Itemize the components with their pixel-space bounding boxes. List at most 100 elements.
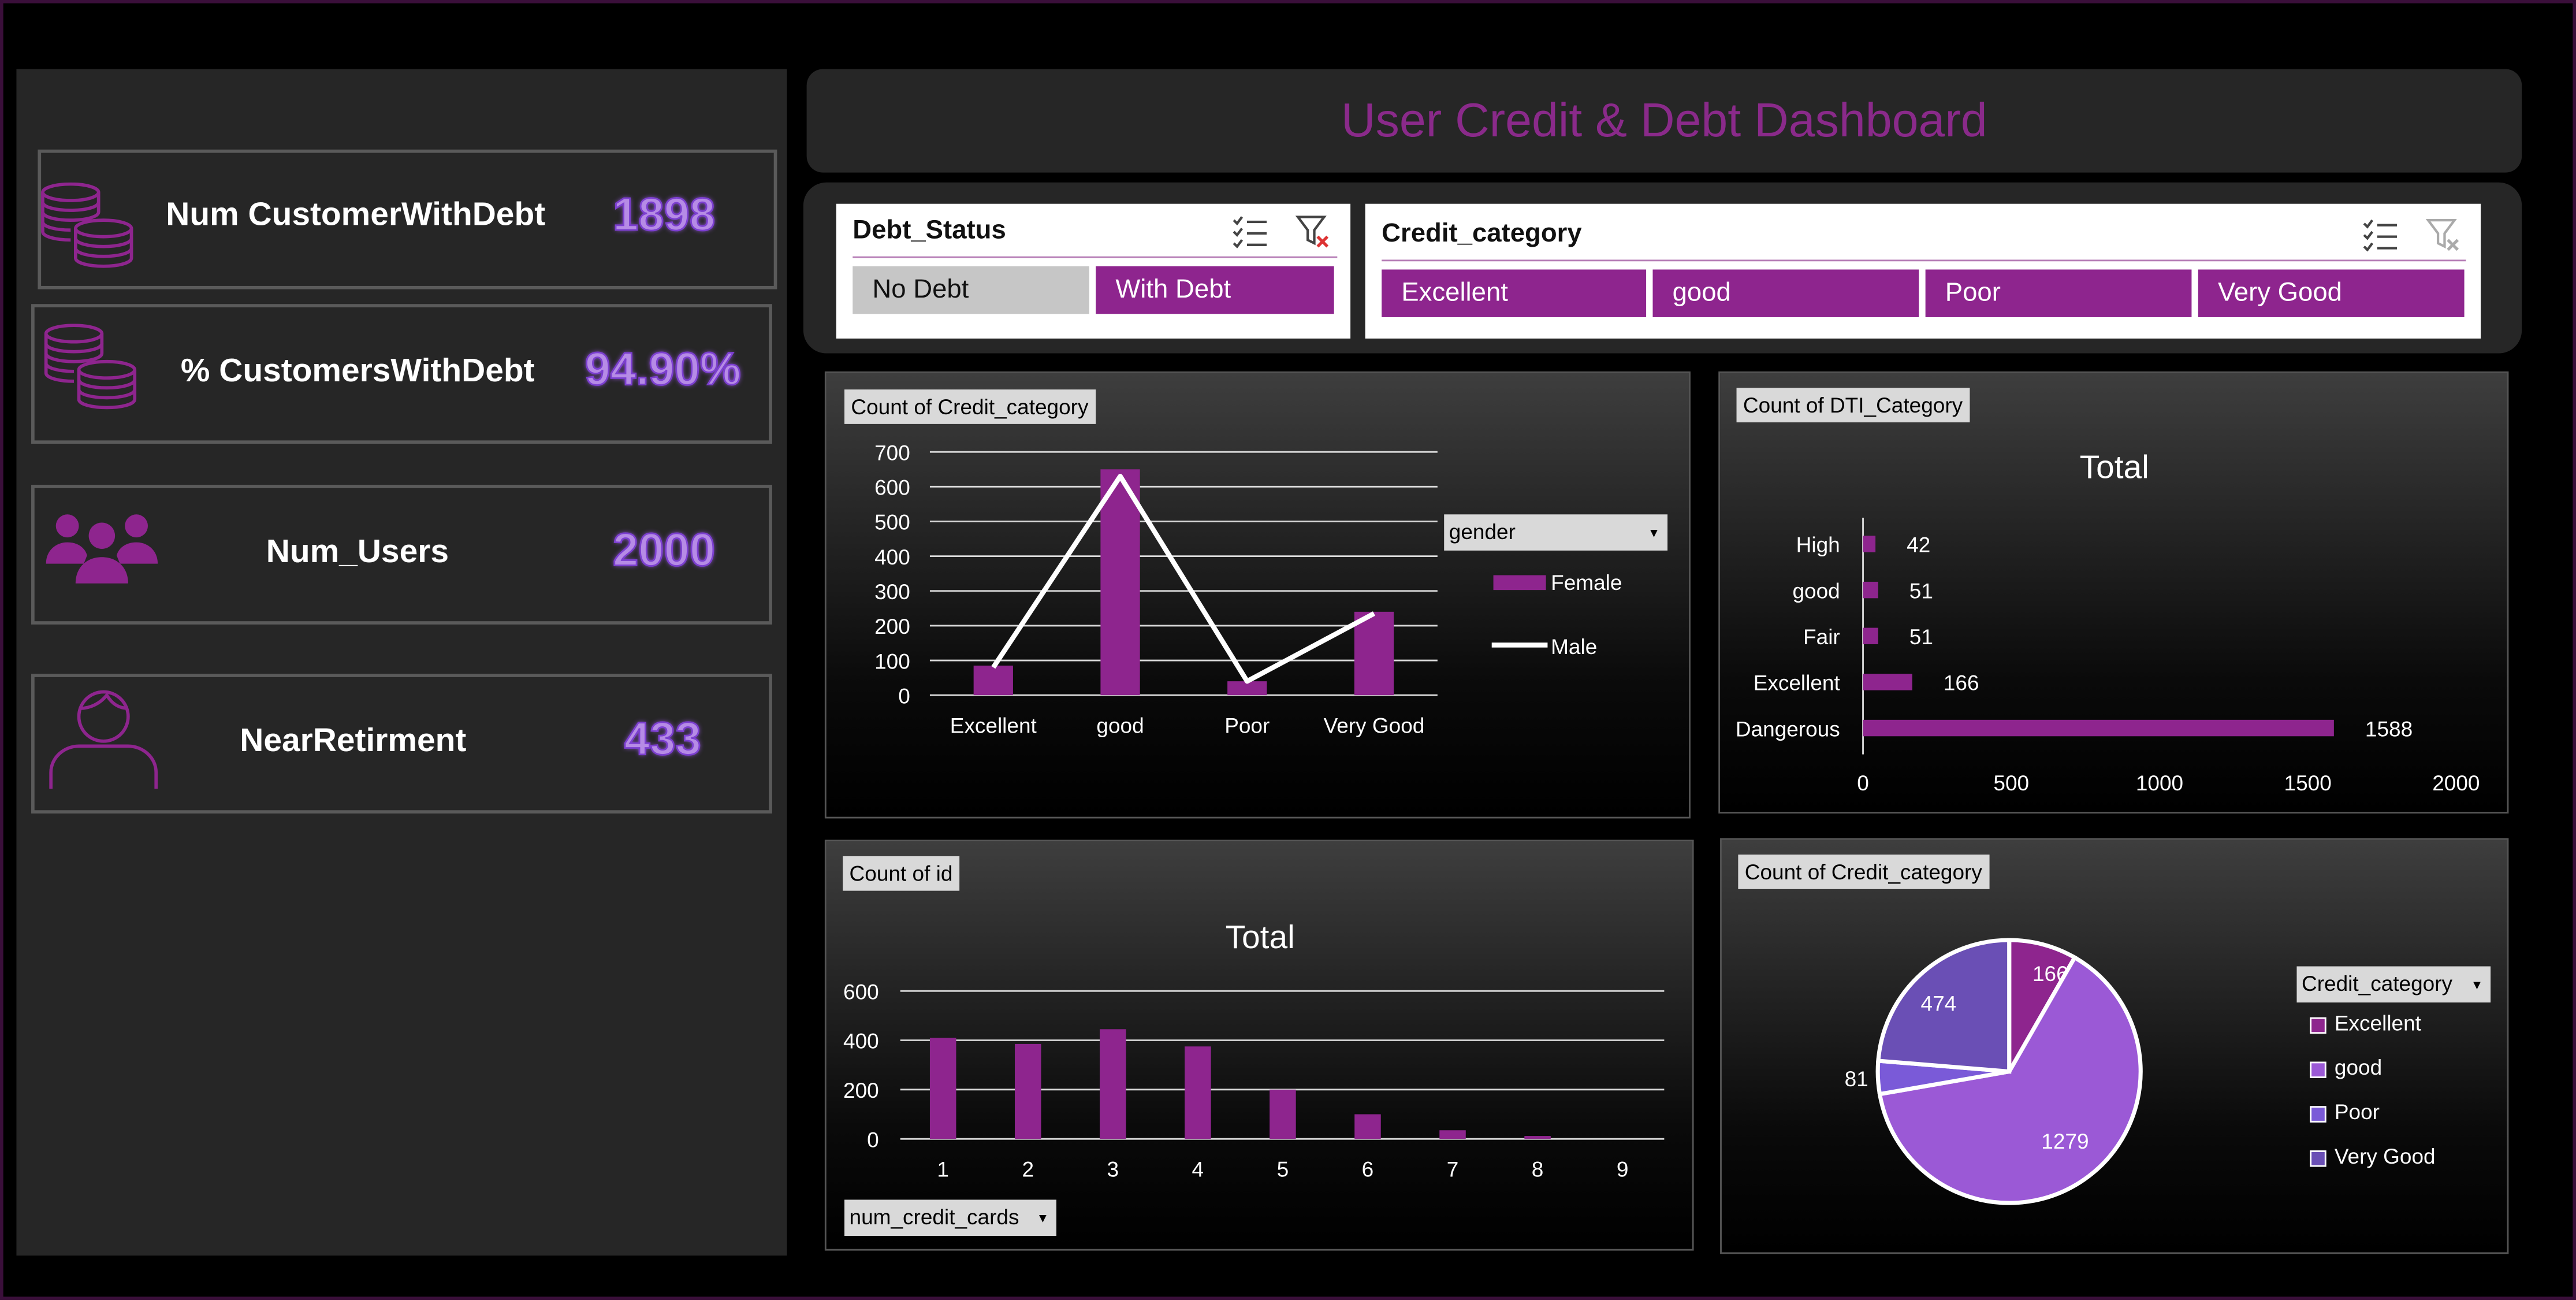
x-tick-label: good: [1096, 714, 1144, 738]
legend-label-male: Male: [1551, 634, 1598, 659]
chevron-down-icon: ▾: [2473, 976, 2481, 993]
x-tick-label: 2: [1022, 1158, 1034, 1182]
slicer-item-no-debt[interactable]: No Debt: [853, 266, 1089, 314]
x-tick-label: Very Good: [1324, 714, 1425, 738]
legend-label: Poor: [2334, 1099, 2380, 1124]
legend-filter-label: gender: [1449, 519, 1516, 544]
kpi-value: 94.90%: [584, 343, 742, 395]
bar-count: [1185, 1046, 1211, 1139]
legend-label: good: [2334, 1055, 2383, 1080]
legend-label: Very Good: [2334, 1143, 2436, 1169]
users-group-icon: [46, 514, 158, 584]
y-tick-label: good: [1792, 579, 1840, 603]
legend-swatch: [2310, 1150, 2326, 1167]
legend-swatch-female: [1493, 575, 1546, 590]
chart-dti-category: Count of DTI_Category Total High 42 good 51 F…: [1718, 371, 2509, 814]
data-label: 474: [1921, 991, 1957, 1015]
dashboard-title: User Credit & Debt Dashboard: [1341, 95, 1987, 148]
title-bar: User Credit & Debt Dashboard: [806, 69, 2522, 173]
kpi-value: 1898: [612, 188, 716, 241]
data-label: 51: [1909, 625, 1933, 649]
data-label: 81: [1845, 1067, 1868, 1091]
bar-count: [1354, 1114, 1381, 1139]
slicer-credit-category: Credit_category Excellent good Poor Very…: [1365, 203, 2481, 339]
clear-filter-icon[interactable]: [1294, 214, 1331, 250]
kpi-value: 2000: [612, 523, 716, 576]
y-tick-label: 0: [867, 1128, 879, 1152]
x-tick-label: 0: [1857, 771, 1869, 795]
multi-select-icon[interactable]: [1232, 216, 1268, 248]
kpi-card-num-users: Num_Users 2000: [31, 485, 772, 625]
y-tick-label: 600: [874, 476, 910, 500]
x-tick-label: Poor: [1224, 714, 1270, 738]
slicer-item-excellent[interactable]: Excellent: [1382, 269, 1647, 317]
x-tick-label: 1500: [2284, 771, 2332, 795]
y-tick-label: Excellent: [1754, 671, 1840, 695]
bar-count: [1524, 1136, 1551, 1139]
user-outline-icon: [49, 690, 158, 789]
y-tick-label: 700: [874, 441, 910, 465]
slicer-item-poor[interactable]: Poor: [1925, 269, 2192, 317]
x-tick-label: 5: [1277, 1158, 1289, 1182]
kpi-label: Num CustomerWithDebt: [166, 197, 546, 233]
line-male: [991, 474, 1375, 684]
x-tick-label: 3: [1107, 1158, 1119, 1182]
kpi-label: % CustomersWithDebt: [180, 353, 535, 390]
bar-female: [1354, 611, 1394, 696]
slicer-item-very-good[interactable]: Very Good: [2198, 269, 2465, 317]
slicer-item-with-debt[interactable]: With Debt: [1096, 266, 1334, 314]
slicer-item-good[interactable]: good: [1652, 269, 1919, 317]
slicer-title: Credit_category: [1382, 220, 1582, 248]
y-tick-label: 400: [843, 1030, 879, 1053]
data-label: 1588: [2365, 717, 2413, 741]
slicer-title: Debt_Status: [853, 217, 1006, 245]
y-tick-label: High: [1796, 533, 1840, 557]
dashboard-canvas: Num CustomerWithDebt 1898 % CustomersWit…: [0, 0, 2576, 1300]
bar-count: [1439, 1130, 1466, 1139]
kpi-label: Num_Users: [266, 534, 449, 571]
legend-label-female: Female: [1551, 570, 1622, 595]
coins-icon: [44, 324, 137, 410]
axis-filter-label: num_credit_cards: [849, 1204, 1019, 1230]
bar-count: [1014, 1043, 1041, 1139]
chart-credit-category-pie-plot: 166127981474: [1845, 938, 2143, 1205]
chart-credit-category-pie: Count of Credit_category 166 1279 81 474 Cr…: [1720, 838, 2509, 1254]
kpi-card-percent-with-debt: % CustomersWithDebt 94.90%: [31, 304, 772, 444]
kpi-card-customers-with-debt: Num CustomerWithDebt 1898: [38, 149, 777, 289]
chart-title: Total: [1226, 919, 1295, 956]
legend-label: Excellent: [2334, 1011, 2421, 1035]
y-tick-label: 0: [898, 684, 910, 708]
legend-filter-dropdown[interactable]: gender ▾: [1444, 514, 1668, 551]
x-tick-label: 7: [1447, 1158, 1459, 1182]
legend-swatch: [2310, 1106, 2326, 1123]
chart-dti-category-plot: Total High 42 good 51 Fair 51 Excellent 166 Dange…: [1736, 450, 2480, 795]
legend-swatch: [2310, 1061, 2326, 1078]
data-label: 51: [1909, 579, 1933, 603]
clear-filter-icon[interactable]: [2425, 217, 2461, 253]
chart-credit-category-gender-plot: 0 100 200 300 400 500 600 700 Excellent good Poor V…: [874, 441, 1438, 738]
bar-dti: [1863, 627, 1878, 645]
multi-select-icon[interactable]: [2362, 218, 2399, 252]
coins-icon: [41, 182, 133, 268]
slicer-debt-status: Debt_Status No Debt With Debt: [836, 203, 1351, 339]
kpi-card-near-retirement: NearRetirment 433: [31, 674, 772, 814]
chevron-down-icon: ▾: [1038, 1209, 1047, 1226]
y-tick-label: 300: [874, 580, 910, 604]
legend-filter-dropdown[interactable]: Credit_category ▾: [2296, 966, 2491, 1003]
bar-female: [973, 666, 1013, 696]
bar-dti: [1863, 674, 1912, 690]
legend-filter-label: Credit_category: [2302, 971, 2453, 996]
legend-swatch: [2310, 1017, 2326, 1034]
x-tick-label: Excellent: [950, 714, 1037, 738]
chart-credit-cards-plot: Total 0 200 400 600 1 2 3 4 5 6 7 8 9: [843, 919, 1665, 1182]
y-tick-label: 100: [874, 649, 910, 673]
data-label: 42: [1907, 533, 1930, 557]
bar-dti: [1863, 581, 1878, 599]
axis-filter-dropdown[interactable]: num_credit_cards ▾: [844, 1199, 1056, 1236]
x-tick-label: 4: [1192, 1158, 1204, 1182]
y-tick-label: 600: [843, 980, 879, 1004]
data-label: 166: [1944, 671, 1979, 695]
y-tick-label: 200: [874, 615, 910, 638]
bar-count: [1100, 1029, 1126, 1139]
x-tick-label: 500: [1993, 771, 2029, 795]
